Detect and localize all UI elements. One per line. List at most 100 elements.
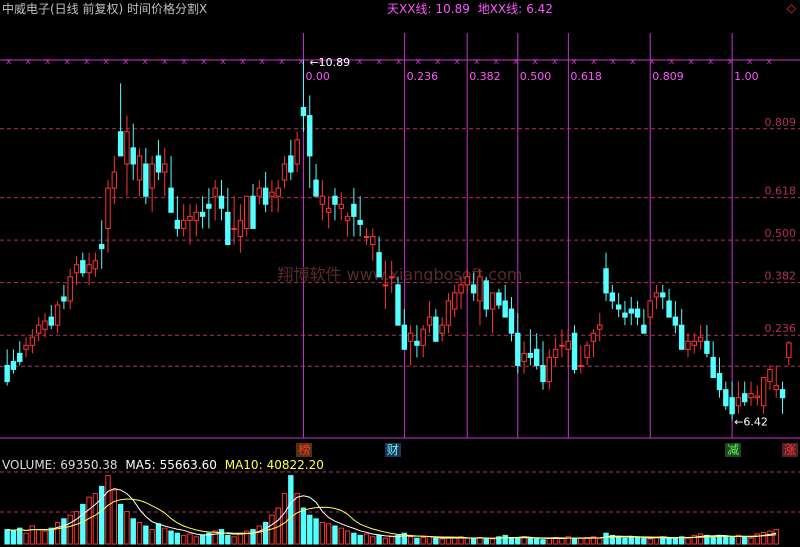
volume-bar [332,525,338,545]
candle-body [35,324,42,334]
candle-body [414,340,420,346]
candle-body [634,308,641,318]
tag-jian[interactable]: 减 [725,443,742,457]
volume-bar [149,529,155,545]
marker-x: x [474,57,480,67]
volume-bar [723,536,729,545]
candle-body [609,292,616,302]
volume-bar [477,537,483,545]
volume-bar [294,493,300,545]
candle-body [262,187,269,205]
volume-bar [433,537,439,545]
tag-bang[interactable]: 榜 [296,443,313,457]
candle-body [678,324,685,350]
volume-bar [407,536,414,545]
marker-x: x [747,57,753,67]
volume-bar [515,537,521,545]
candle-body [218,195,225,209]
candle-body [281,163,288,181]
candle-body [130,147,136,165]
volume-bar [288,475,294,545]
tag-zhang[interactable]: 涨 [781,443,798,457]
high-price-label: ←10.89 [309,56,350,69]
volume-bar [615,536,622,545]
candle-body [603,268,609,294]
marker-x: x [533,57,539,67]
candle-body [275,187,281,197]
volume-bar [281,493,288,545]
candle-body [584,344,590,358]
marker-x: x [494,57,500,67]
ma5-label: MA5: [125,458,156,472]
ma10-label: MA10: [224,458,263,472]
candle-body [237,219,244,238]
volume-bar [439,538,445,545]
candle-body [124,131,130,165]
candle-body [48,316,54,326]
candle-body [307,115,313,157]
volume-bar [155,523,162,545]
candle-body [704,340,710,354]
volume-bar [742,536,748,545]
candle-body [628,308,634,314]
candle-body [199,211,206,217]
volume-bar [344,530,351,545]
candle-body [426,316,433,326]
candle-body [117,131,124,157]
candle-body [187,215,193,221]
candle-body [754,395,761,399]
volume-bar [445,537,452,545]
volume-bar [61,518,67,545]
volume-bar [672,537,679,545]
marker-x: x [162,57,168,67]
candle-body [67,276,73,302]
price-fib-label: 0.809 [765,116,797,129]
volume-bar [111,489,118,545]
marker-x: x [611,57,617,67]
time-fib-label: 1.00 [734,70,759,83]
candle-body [773,385,779,391]
candle-body [742,393,748,403]
candle-body [105,187,111,229]
candle-body [464,276,471,286]
marker-x: x [572,57,578,67]
volume-bar [754,533,761,545]
marker-x: x [104,57,110,67]
volume-bar [489,538,496,545]
volume-bar [237,532,244,545]
volume-header: VOLUME: 69350.38 MA5: 55663.60 MA10: 40822.… [2,458,328,472]
candle-body [779,389,786,399]
time-fib-label: 0.618 [570,70,602,83]
marker-x: x [6,57,12,67]
candle-body [729,397,735,415]
candle-body [23,344,29,350]
volume-bar [54,521,61,545]
volume-bar [464,537,471,545]
candle-body [710,356,716,379]
volume-bar [42,530,48,545]
volume-bar [697,533,704,545]
candle-body [401,324,408,350]
candle-body [439,324,445,334]
volume-bar [382,537,389,545]
candle-body [597,324,603,330]
candle-body [565,340,571,350]
time-fib-label: 0.00 [305,70,330,83]
candle-body [212,187,218,197]
volume-bar [313,518,319,545]
candle-body [363,236,370,238]
candle-body [80,260,86,274]
candle-body [540,364,546,383]
volume-bar [262,521,269,545]
marker-x: x [767,57,773,67]
volume-bar [29,525,36,545]
candle-body [149,163,155,189]
candle-body [357,219,363,225]
marker-x: x [708,57,714,67]
tag-cai[interactable]: 财 [384,443,401,457]
volume-bar [571,538,578,545]
volume-bar [307,514,313,545]
candle-body [515,332,521,366]
candle-body [73,264,80,274]
volume-bar [647,538,653,545]
